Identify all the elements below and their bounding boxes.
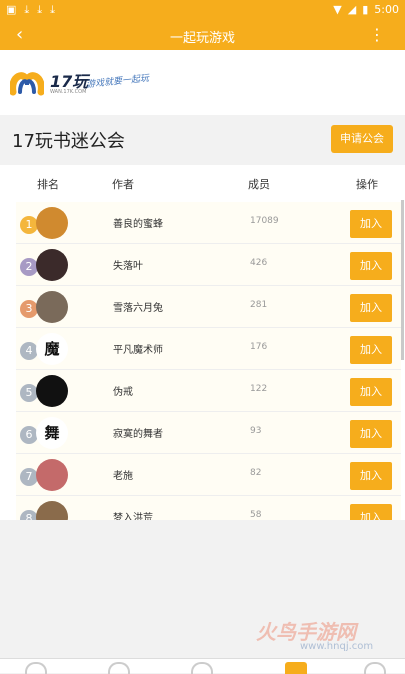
app-bar: ‹ 一起玩游戏 ⋮	[0, 20, 405, 50]
author-name[interactable]: 梦入洪荒	[113, 509, 153, 520]
battery-icon: ▮	[362, 3, 369, 16]
join-button[interactable]: 加入	[350, 252, 392, 280]
avatar[interactable]: 舞	[36, 417, 68, 449]
gift-icon[interactable]	[108, 662, 130, 674]
logo-slogan: 游戏就要一起玩	[85, 73, 150, 91]
avatar[interactable]	[36, 291, 68, 323]
member-count: 426	[250, 258, 268, 268]
author-name[interactable]: 老施	[113, 467, 133, 482]
member-count: 281	[250, 300, 268, 310]
avatar[interactable]	[36, 375, 68, 407]
table-row: 6 舞 寂寞的舞者 93 加入	[16, 412, 401, 454]
table-row: 4 魔 平凡魔术师 176 加入	[16, 328, 401, 370]
guild-title: 17玩书迷公会	[12, 131, 125, 152]
wifi-icon: ▼	[333, 3, 342, 16]
author-name[interactable]: 寂寞的舞者	[113, 425, 163, 440]
avatar[interactable]	[36, 501, 68, 520]
author-header: 作者	[112, 178, 134, 191]
join-button[interactable]: 加入	[350, 378, 392, 406]
download-icon: ⤓	[24, 3, 30, 16]
guild-header: 17玩书迷公会 申请公会	[0, 118, 405, 160]
book-icon[interactable]	[285, 662, 307, 674]
author-name[interactable]: 雪落六月兔	[113, 299, 163, 314]
status-time: 5:00	[374, 3, 399, 16]
download-icon: ⤓	[50, 3, 56, 16]
list-scrollbar[interactable]	[401, 200, 404, 360]
avatar[interactable]	[36, 207, 68, 239]
author-name[interactable]: 善良的蜜蜂	[113, 215, 163, 230]
brand-banner: 17玩 WAN.17K.COM 游戏就要一起玩	[0, 50, 405, 115]
table-row: 5 伪戒 122 加入	[16, 370, 401, 412]
table-row: 2 失落叶 426 加入	[16, 244, 401, 286]
status-bar: ▣ ⤓ ⤓ ⤓ ▼ ◢ ▮ 5:00	[0, 0, 405, 20]
apply-guild-button[interactable]: 申请公会	[331, 125, 393, 153]
member-count: 122	[250, 384, 268, 394]
join-button[interactable]: 加入	[350, 210, 392, 238]
bottom-navigation	[0, 658, 405, 674]
member-count: 82	[250, 468, 262, 478]
watermark-url: www.hnqj.com	[300, 641, 374, 652]
member-count: 176	[250, 342, 268, 352]
member-count: 93	[250, 426, 262, 436]
table-row: 8 梦入洪荒 58 加入	[16, 496, 401, 520]
table-row: 3 雪落六月兔 281 加入	[16, 286, 401, 328]
profile-icon[interactable]	[364, 662, 386, 674]
members-header: 成员	[248, 178, 270, 191]
author-name[interactable]: 平凡魔术师	[113, 341, 163, 356]
author-name[interactable]: 伪戒	[113, 383, 133, 398]
join-button[interactable]: 加入	[350, 336, 392, 364]
image-icon: ▣	[6, 3, 17, 16]
table-header: 排名 作者 成员 操作	[0, 165, 405, 200]
join-button[interactable]: 加入	[350, 420, 392, 448]
member-count: 58	[250, 510, 262, 520]
more-menu-icon[interactable]: ⋮	[369, 25, 385, 44]
heart-icon[interactable]	[25, 662, 47, 674]
chat-icon[interactable]	[191, 662, 213, 674]
page-title: 一起玩游戏	[169, 31, 235, 46]
avatar[interactable]: 魔	[36, 333, 68, 365]
rank-header: 排名	[37, 178, 59, 191]
member-count: 17089	[250, 216, 279, 226]
table-row: 1 善良的蜜蜂 17089 加入	[16, 202, 401, 244]
join-button[interactable]: 加入	[350, 294, 392, 322]
logo-icon	[10, 72, 44, 96]
join-button[interactable]: 加入	[350, 504, 392, 520]
action-header: 操作	[356, 178, 378, 191]
author-name[interactable]: 失落叶	[113, 257, 143, 272]
avatar[interactable]	[36, 249, 68, 281]
signal-icon: ◢	[347, 3, 357, 16]
download-icon: ⤓	[37, 3, 43, 16]
guild-list[interactable]: 1 善良的蜜蜂 17089 加入 2 失落叶 426 加入 3 雪落六月兔 28…	[0, 200, 405, 520]
join-button[interactable]: 加入	[350, 462, 392, 490]
table-row: 7 老施 82 加入	[16, 454, 401, 496]
logo-url: WAN.17K.COM	[50, 89, 87, 95]
avatar[interactable]	[36, 459, 68, 491]
